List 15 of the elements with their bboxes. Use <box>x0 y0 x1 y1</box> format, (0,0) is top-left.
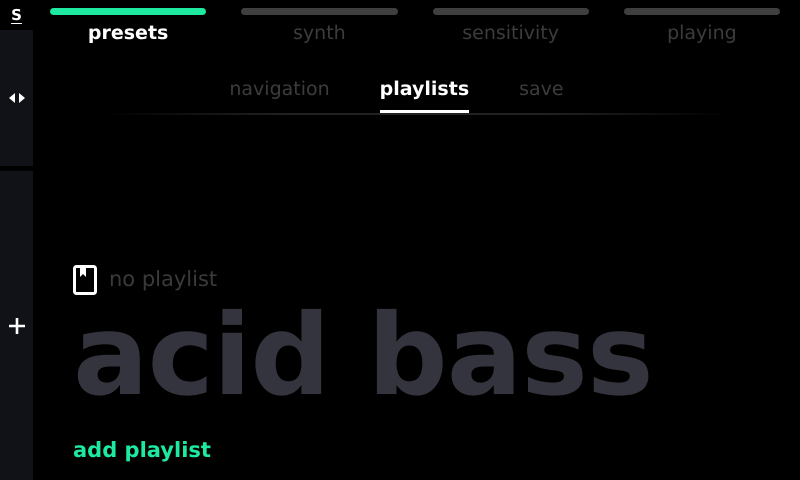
subtab[interactable]: save <box>519 74 564 113</box>
add-playlist-button[interactable]: add playlist <box>73 434 211 466</box>
left-right-arrows-icon <box>8 93 26 103</box>
tab[interactable]: presets <box>88 19 168 48</box>
add-button[interactable] <box>0 171 33 480</box>
playlist-status: no playlist <box>109 266 218 293</box>
plus-icon <box>8 318 24 334</box>
tab[interactable]: playing <box>667 19 737 48</box>
subtab[interactable]: navigation <box>229 74 330 113</box>
logo-button[interactable]: S <box>0 0 33 30</box>
arrows-button[interactable] <box>0 30 33 166</box>
tab[interactable]: synth <box>293 19 346 48</box>
bookmark-book-icon <box>73 264 97 295</box>
tab[interactable]: sensitivity <box>462 19 559 48</box>
preset-name: acid bass <box>73 295 654 418</box>
